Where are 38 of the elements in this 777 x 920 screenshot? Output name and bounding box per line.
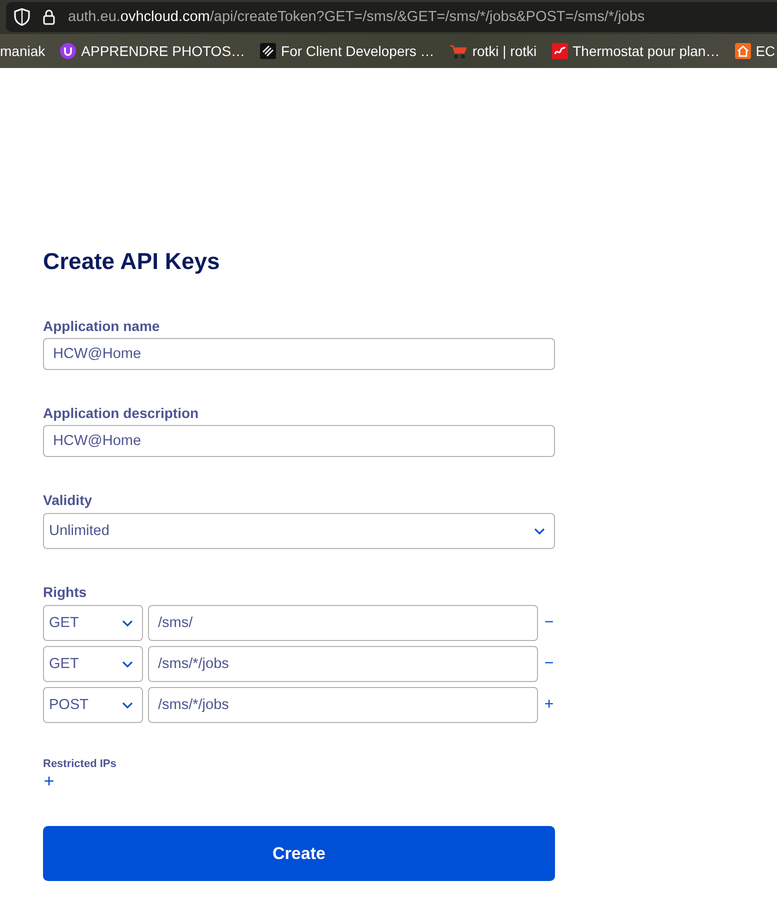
field-label: Validity xyxy=(43,491,92,509)
chevron-down-icon xyxy=(122,660,133,668)
path-field[interactable]: /sms/*/jobs xyxy=(148,687,538,723)
house-icon xyxy=(734,43,751,59)
circle-logo-icon xyxy=(60,43,76,59)
chevron-down-icon xyxy=(122,702,133,708)
squiggle-logo-icon xyxy=(552,43,568,59)
bookmark-link[interactable]: EC xyxy=(734,42,776,60)
bookmark-link[interactable]: For Client Developers … xyxy=(260,42,434,60)
field-label: Restricted IPs xyxy=(43,757,116,771)
field-label: Application name xyxy=(43,317,160,335)
stripes-logo-icon xyxy=(260,43,276,59)
bookmark-link[interactable]: APPRENDRE PHOTOS… xyxy=(60,42,246,60)
bookmark-link[interactable]: maniak xyxy=(0,42,46,60)
method-select[interactable]: GET xyxy=(43,605,143,641)
path-field[interactable]: /sms/ xyxy=(148,605,538,641)
bookmark-link[interactable]: rotki | rotki xyxy=(449,42,537,60)
field-label: Application description xyxy=(43,404,199,422)
row-action-button[interactable]: − xyxy=(543,656,555,672)
row-action-button[interactable]: + xyxy=(543,697,555,713)
text-field[interactable]: HCW@Home xyxy=(43,338,555,370)
address-bar[interactable]: auth.eu.ovhcloud.com/api/createToken?GET=/sms/&GET=/sms/*/jobs&POST=/sms/*/jobs xyxy=(6,2,777,32)
text-field[interactable]: HCW@Home xyxy=(43,425,555,457)
method-select[interactable]: POST xyxy=(43,687,143,723)
lock-icon[interactable] xyxy=(43,9,55,25)
row-action-button[interactable]: − xyxy=(543,615,555,631)
page-title: Create API Keys xyxy=(43,247,221,276)
shield-icon[interactable] xyxy=(14,8,30,26)
chevron-down-icon xyxy=(534,528,545,534)
add-ip-button[interactable]: + xyxy=(43,773,55,789)
chevron-down-icon xyxy=(122,620,133,626)
method-select[interactable]: GET xyxy=(43,646,143,682)
dropdown-select[interactable]: Unlimited xyxy=(43,513,555,549)
path-field[interactable]: /sms/*/jobs xyxy=(148,646,538,682)
bookmark-link[interactable]: Thermostat pour plan… xyxy=(552,42,720,60)
create-button[interactable]: Create xyxy=(43,826,555,881)
field-label: Rights xyxy=(43,583,87,601)
cart-icon xyxy=(449,43,468,59)
